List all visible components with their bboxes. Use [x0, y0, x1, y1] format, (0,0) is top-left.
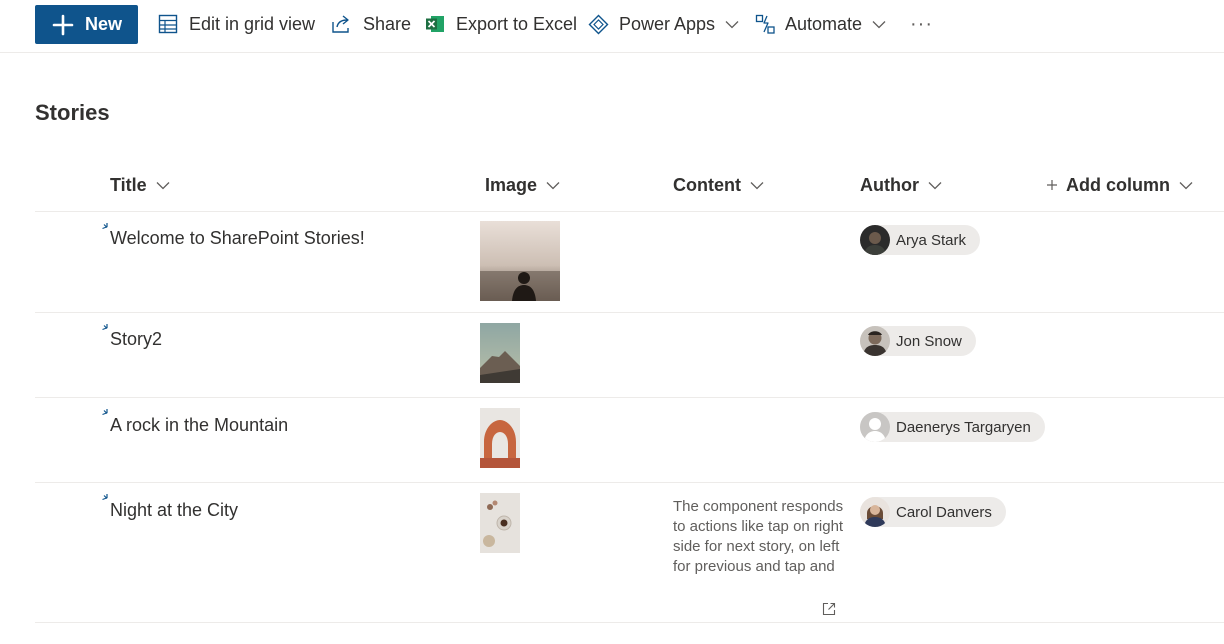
author-name: Daenerys Targaryen — [896, 418, 1031, 436]
share-button[interactable]: Share — [331, 4, 411, 44]
column-header-content-label: Content — [673, 174, 741, 195]
command-bar: New Edit in grid view Share Export to Ex… — [0, 0, 1224, 53]
row-content: The component responds to actions like t… — [673, 498, 844, 575]
new-button[interactable]: New — [35, 5, 138, 44]
column-header-author-label: Author — [860, 174, 919, 195]
export-to-excel-button[interactable]: Export to Excel — [425, 4, 577, 44]
plus-icon — [52, 14, 74, 35]
chevron-down-icon — [750, 181, 764, 189]
add-column-button[interactable]: Add column — [1046, 172, 1193, 198]
row-divider — [35, 397, 1224, 398]
row-image-thumbnail[interactable] — [480, 408, 520, 468]
new-button-label: New — [85, 14, 123, 34]
row-title[interactable]: Welcome to SharePoint Stories! — [110, 228, 365, 249]
row-image-thumbnail[interactable] — [480, 221, 560, 301]
column-header-title[interactable]: Title — [110, 172, 170, 198]
more-options-button[interactable]: ··· — [910, 4, 933, 44]
row-divider — [35, 482, 1224, 483]
chevron-down-icon — [1179, 181, 1193, 189]
export-to-excel-label: Export to Excel — [456, 13, 578, 34]
add-column-label: Add column — [1066, 174, 1170, 195]
avatar — [860, 412, 890, 442]
author-persona[interactable]: Arya Stark — [860, 225, 981, 255]
power-apps-icon — [588, 14, 609, 34]
edit-grid-view-label: Edit in grid view — [189, 13, 316, 34]
row-divider — [35, 622, 1224, 623]
column-header-author[interactable]: Author — [860, 172, 942, 198]
chevron-down-icon — [872, 20, 886, 28]
row-title[interactable]: A rock in the Mountain — [110, 415, 288, 436]
automate-menu[interactable]: Automate — [755, 4, 886, 44]
avatar — [860, 326, 890, 356]
city-haze-image — [480, 221, 560, 301]
avatar — [860, 497, 890, 527]
column-header-title-label: Title — [110, 174, 147, 195]
row-title[interactable]: Night at the City — [110, 500, 238, 521]
avatar — [860, 225, 890, 255]
author-name: Arya Stark — [896, 231, 967, 249]
chevron-down-icon — [156, 181, 170, 189]
power-apps-label: Power Apps — [619, 13, 716, 34]
list-title: Stories — [35, 100, 110, 125]
row-divider — [35, 312, 1224, 313]
excel-icon — [426, 16, 444, 32]
share-label: Share — [363, 13, 412, 34]
author-persona[interactable]: Daenerys Targaryen — [860, 412, 1045, 442]
plus-icon — [1047, 180, 1057, 190]
column-header-content[interactable]: Content — [673, 172, 764, 198]
chevron-down-icon — [546, 181, 560, 189]
share-icon — [332, 15, 349, 33]
open-external-icon[interactable] — [822, 602, 836, 616]
author-persona[interactable]: Carol Danvers — [860, 497, 1006, 527]
rock-arch-image — [480, 408, 520, 468]
header-divider — [35, 211, 1224, 212]
more-options-icon: ··· — [910, 12, 933, 35]
column-header-image-label: Image — [485, 174, 538, 195]
author-name: Jon Snow — [896, 332, 962, 350]
automate-label: Automate — [785, 13, 863, 34]
edit-grid-view-button[interactable]: Edit in grid view — [158, 4, 315, 44]
automate-icon — [755, 14, 775, 34]
chevron-down-icon — [928, 181, 942, 189]
author-name: Carol Danvers — [896, 503, 992, 521]
chevron-down-icon — [725, 20, 739, 28]
row-image-thumbnail[interactable] — [480, 323, 520, 383]
row-image-thumbnail[interactable] — [480, 493, 520, 553]
author-persona[interactable]: Jon Snow — [860, 326, 976, 356]
power-apps-menu[interactable]: Power Apps — [588, 4, 739, 44]
grid-icon — [158, 14, 178, 34]
row-title[interactable]: Story2 — [110, 329, 162, 350]
column-header-image[interactable]: Image — [485, 172, 560, 198]
mountain-image — [480, 323, 520, 383]
cafe-table-image — [480, 493, 520, 553]
